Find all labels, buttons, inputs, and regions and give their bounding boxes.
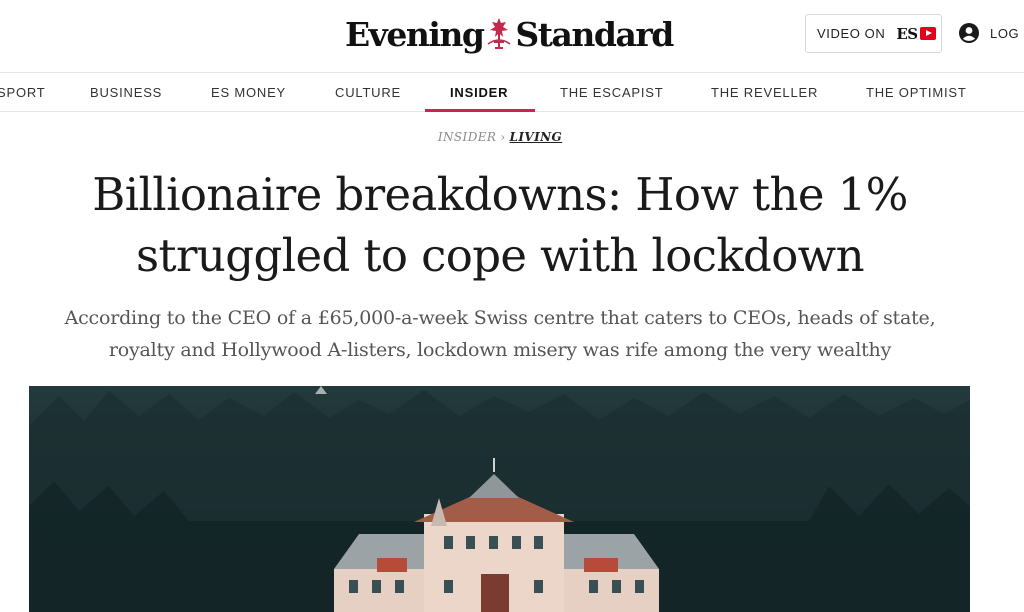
article-headline: Billionaire breakdowns: How the 1% strug… <box>92 168 908 282</box>
site-logo[interactable]: Evening Standard <box>345 12 674 56</box>
nav-item-culture[interactable]: CULTURE <box>335 73 401 112</box>
nav-item-the-optimist[interactable]: THE OPTIMIST <box>866 73 967 112</box>
nav-item-es-money[interactable]: ES MONEY <box>211 73 286 112</box>
nav-item-sport[interactable]: SPORT <box>0 73 46 112</box>
play-icon <box>919 27 936 40</box>
nav-item-insider[interactable]: INSIDER <box>450 73 508 112</box>
breadcrumb-separator: › <box>500 130 506 144</box>
breadcrumb: INSIDER › LIVING <box>0 130 1000 144</box>
login-label: LOG IN <box>990 25 1024 41</box>
section-nav: SPORT BUSINESS ES MONEY CULTURE INSIDER … <box>0 72 1024 112</box>
crest-icon <box>487 18 511 49</box>
login-button[interactable]: LOG IN <box>958 22 1024 44</box>
user-icon <box>959 23 979 43</box>
breadcrumb-parent-link[interactable]: INSIDER <box>438 130 496 144</box>
site-header: Evening Standard VIDEO ON ES LOG IN <box>0 0 1024 72</box>
video-label: VIDEO ON <box>817 26 886 41</box>
active-nav-indicator <box>425 109 535 112</box>
article-standfirst: According to the CEO of a £65,000-a-week… <box>64 307 936 361</box>
logo-text-left: Evening <box>345 14 485 54</box>
nav-item-the-reveller[interactable]: THE REVELLER <box>711 73 818 112</box>
logo-text-right: Standard <box>515 14 674 54</box>
video-brand: ES <box>896 24 918 43</box>
breadcrumb-current-link[interactable]: LIVING <box>510 130 563 144</box>
video-on-es-button[interactable]: VIDEO ON ES <box>805 14 942 53</box>
nav-item-the-escapist[interactable]: THE ESCAPIST <box>560 73 664 112</box>
nav-item-business[interactable]: BUSINESS <box>90 73 162 112</box>
hero-photo-chateau-forest <box>29 386 970 612</box>
hero-image <box>29 386 970 612</box>
